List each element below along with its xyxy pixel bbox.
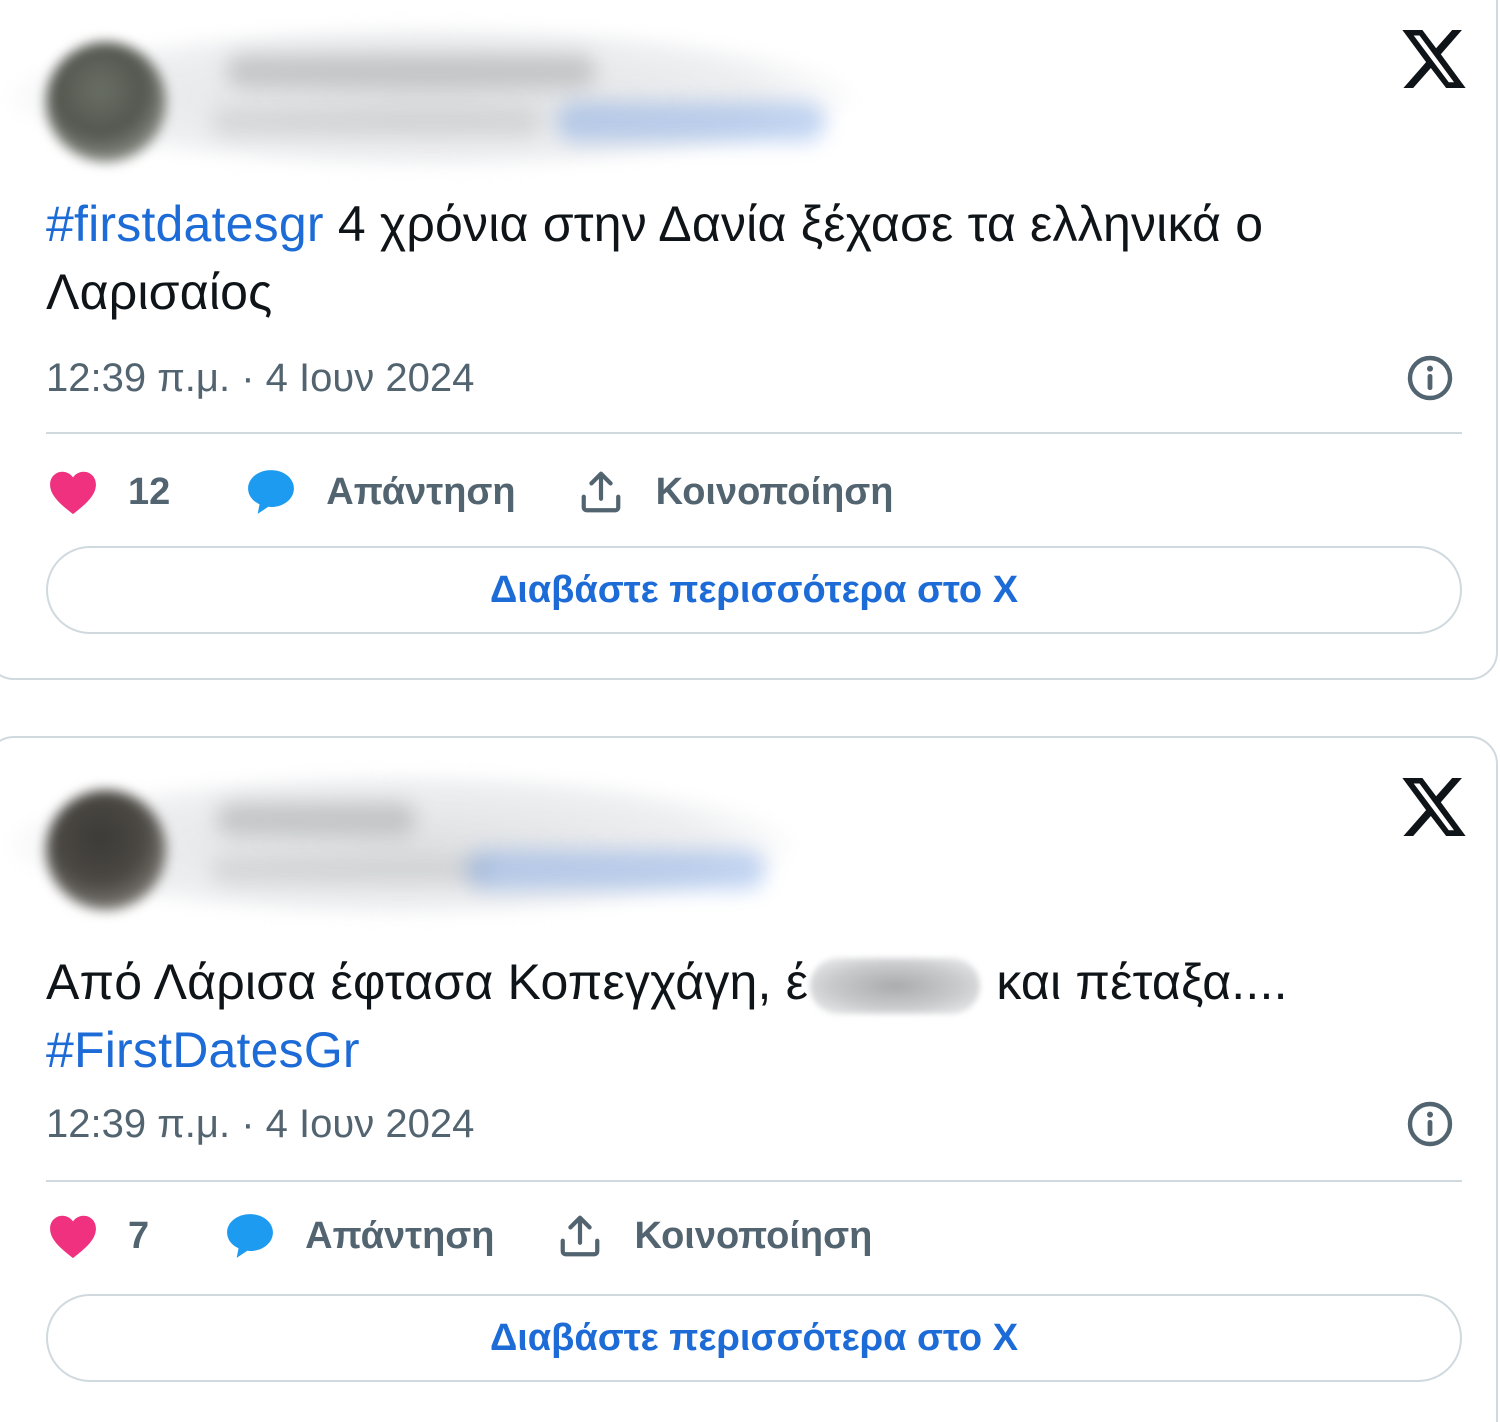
- tweet-actions: 7 Απάντηση Κοινοποίηση: [48, 1206, 872, 1266]
- tweet-card-1: #firstdatesgr 4 χρόνια στην Δανία ξέχασε…: [0, 0, 1498, 680]
- tweet-body-end: και πέταξα....: [982, 954, 1288, 1010]
- heart-icon: [50, 471, 96, 515]
- tweet-card-2: Από Λάρισα έφτασα Κοπεγχάγη, έ και πέταξ…: [0, 736, 1498, 1422]
- share-button[interactable]: Κοινοποίηση: [557, 1213, 873, 1259]
- reply-label: Απάντηση: [305, 1214, 495, 1257]
- redacted-word: [810, 957, 981, 1014]
- reply-button[interactable]: Απάντηση: [225, 1212, 556, 1260]
- author-handle-redacted: [211, 107, 541, 137]
- share-icon: [581, 471, 620, 513]
- follow-link-redacted[interactable]: [556, 102, 826, 142]
- divider: [46, 1180, 1462, 1182]
- tweet-text: #firstdatesgr 4 χρόνια στην Δανία ξέχασε…: [46, 190, 1446, 326]
- like-button[interactable]: 12: [48, 469, 246, 515]
- page: #firstdatesgr 4 χρόνια στην Δανία ξέχασε…: [0, 0, 1500, 1422]
- heart-icon: [50, 1215, 96, 1259]
- tweet-timestamp[interactable]: 12:39 π.μ. · 4 Ιουν 2024: [46, 356, 474, 401]
- divider: [46, 432, 1462, 434]
- author-name-redacted: [226, 54, 596, 88]
- read-more-button[interactable]: Διαβάστε περισσότερα στο X: [46, 1294, 1462, 1382]
- author-handle-redacted: [211, 855, 491, 885]
- like-count: 7: [128, 1214, 150, 1257]
- reply-bubble-icon: [227, 1214, 274, 1258]
- author-header[interactable]: [6, 2, 856, 172]
- tweet-actions: 12 Απάντηση Κοινοποίηση: [48, 462, 894, 522]
- author-header[interactable]: [6, 750, 816, 920]
- x-logo-icon[interactable]: [1402, 30, 1466, 88]
- reply-bubble-icon: [248, 470, 295, 514]
- tweet-text: Από Λάρισα έφτασα Κοπεγχάγη, έ και πέταξ…: [46, 948, 1446, 1084]
- like-button[interactable]: 7: [48, 1213, 225, 1259]
- read-more-button[interactable]: Διαβάστε περισσότερα στο X: [46, 546, 1462, 634]
- follow-link-redacted[interactable]: [466, 850, 766, 890]
- reply-label: Απάντηση: [326, 470, 516, 513]
- share-icon: [560, 1215, 599, 1257]
- info-icon[interactable]: [1406, 1100, 1454, 1148]
- like-count: 12: [128, 470, 171, 513]
- tweet-body-start: Από Λάρισα έφτασα Κοπεγχάγη, έ: [46, 954, 809, 1010]
- share-label: Κοινοποίηση: [634, 1214, 873, 1257]
- tweet-timestamp[interactable]: 12:39 π.μ. · 4 Ιουν 2024: [46, 1102, 474, 1147]
- author-name-redacted: [216, 802, 416, 836]
- share-label: Κοινοποίηση: [655, 470, 894, 513]
- reply-button[interactable]: Απάντηση: [246, 468, 577, 516]
- avatar[interactable]: [46, 790, 166, 910]
- share-button[interactable]: Κοινοποίηση: [578, 469, 894, 515]
- x-logo-icon[interactable]: [1402, 778, 1466, 836]
- avatar[interactable]: [46, 42, 166, 162]
- hashtag-link[interactable]: #FirstDatesGr: [46, 1022, 360, 1078]
- info-icon[interactable]: [1406, 354, 1454, 402]
- hashtag-link[interactable]: #firstdatesgr: [46, 196, 324, 252]
